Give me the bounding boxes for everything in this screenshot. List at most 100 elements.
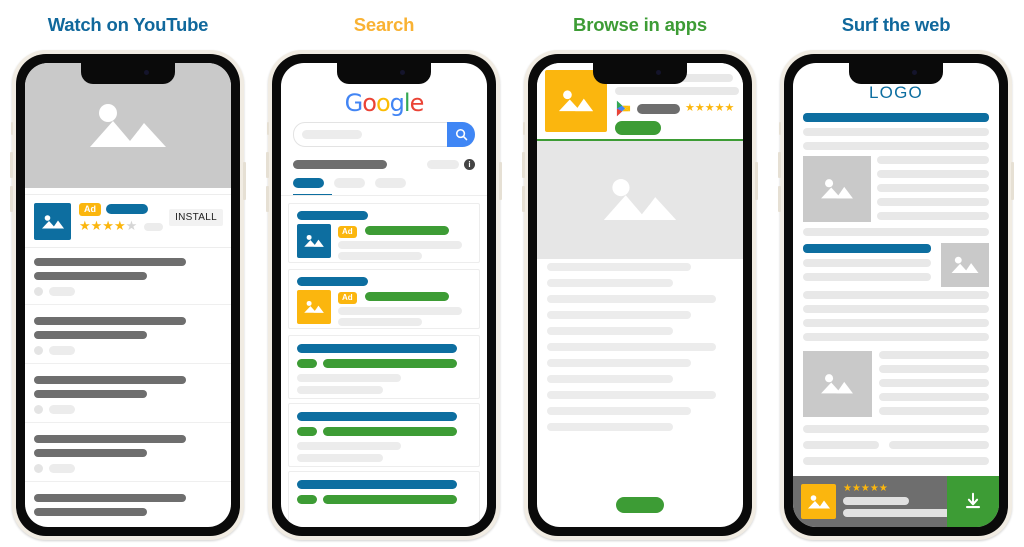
phone-notch [337,63,431,84]
result-url-placeholder [323,495,457,504]
content-hero-image [537,141,743,259]
app-install-ad-row[interactable]: Ad ★★★★★ INSTALL [25,194,231,248]
logo-letter: o [375,89,391,117]
list-item[interactable] [25,423,231,482]
ad-text-line-2 [843,509,953,517]
search-result-ad-2[interactable]: Ad [288,269,480,329]
body-line [879,393,989,401]
rating-stars: ★★★★★ [685,102,735,114]
google-play-glyph [616,100,631,117]
phone-screen-apps: ★★★★★ [537,63,743,527]
volume-down-button [778,186,781,212]
mute-switch [11,122,13,135]
tools-placeholder [427,160,459,169]
phone-mockup-search: Google i Ad Ad [266,50,502,540]
list-line-2 [34,272,147,280]
list-line-1 [34,494,186,502]
result-desc-line-2 [297,454,383,462]
volume-down-button [10,186,13,212]
body-line [547,375,673,383]
body-line [877,212,989,220]
list-item[interactable] [25,482,231,527]
article-image-1 [803,156,871,222]
logo-letter: G [344,89,364,117]
column-watch-on-youtube: Watch on YouTube Ad ★★★★★ INSTALL [0,0,256,547]
list-line-2 [34,449,147,457]
result-desc-line-1 [297,442,401,450]
channel-avatar [34,464,43,473]
body-line [547,311,691,319]
download-button[interactable] [947,476,999,527]
channel-name-placeholder [49,346,75,355]
result-title-placeholder [297,344,457,353]
list-item[interactable] [25,246,231,305]
result-url-placeholder [365,226,449,235]
review-count-placeholder [144,223,163,231]
column-title-search: Search [353,14,415,35]
result-url-placeholder [323,427,457,436]
channel-avatar [34,346,43,355]
install-button[interactable]: INSTALL [169,209,223,226]
search-result-organic-1[interactable] [288,335,480,399]
power-button [499,162,502,200]
channel-avatar [34,405,43,414]
body-line [803,228,989,236]
install-cta-button[interactable] [615,121,661,135]
info-icon[interactable]: i [464,159,475,170]
article-heading-2 [803,244,931,253]
headline-line-2 [615,87,739,95]
filter-chip-news[interactable] [375,178,406,188]
front-camera-icon [656,70,661,75]
bottom-cta-button[interactable] [616,497,664,513]
column-browse-in-apps: Browse in apps ★★★★★ [512,0,768,547]
list-item[interactable] [25,305,231,364]
image-placeholder-icon [808,495,830,509]
app-icon [34,203,71,240]
phone-bezel: Ad ★★★★★ INSTALL [16,54,240,536]
body-line [547,295,716,303]
rating-stars: ★★★★★ [843,483,888,494]
search-result-organic-3[interactable] [288,471,480,527]
body-line [803,305,989,313]
phone-mockup-youtube: Ad ★★★★★ INSTALL [10,50,246,540]
result-desc-line-1 [297,374,401,382]
body-line [803,425,989,433]
app-name-placeholder [637,104,680,114]
channel-name-placeholder [49,405,75,414]
chips-divider [281,195,487,196]
phone-mockup-web: LOGO ★★★★★ [778,50,1014,540]
list-line-1 [34,317,186,325]
result-desc-line-2 [297,386,383,394]
phone-bezel: ★★★★★ [528,54,752,536]
search-result-organic-2[interactable] [288,403,480,467]
channel-name-placeholder [49,464,75,473]
ad-app-icon [801,484,836,519]
image-placeholder-icon [558,90,594,112]
list-line-2 [34,508,147,516]
ad-badge: Ad [79,203,101,216]
result-count-placeholder [293,160,387,169]
list-line-1 [34,435,186,443]
search-meta-row: i [293,159,475,170]
filter-chip-all[interactable] [293,178,324,188]
image-placeholder-icon [41,214,64,228]
search-input[interactable] [293,122,475,147]
search-result-ad-1[interactable]: Ad [288,203,480,263]
filter-chip-images[interactable] [334,178,365,188]
body-line [547,359,691,367]
list-item[interactable] [25,364,231,423]
article-heading-1 [803,113,989,122]
result-desc-line-2 [338,318,422,326]
image-placeholder-icon [304,234,324,247]
image-placeholder-icon [90,103,166,147]
ad-badge: Ad [338,226,357,238]
body-line [547,391,716,399]
phone-bezel: Google i Ad Ad [272,54,496,536]
search-button[interactable] [447,122,475,147]
anchor-ad-banner[interactable]: ★★★★★ [793,476,999,527]
phone-notch [849,63,943,84]
list-line-2 [34,331,147,339]
slide-canvas: Watch on YouTube Ad ★★★★★ INSTALL Search… [0,0,1024,547]
front-camera-icon [400,70,405,75]
video-list [25,246,231,527]
